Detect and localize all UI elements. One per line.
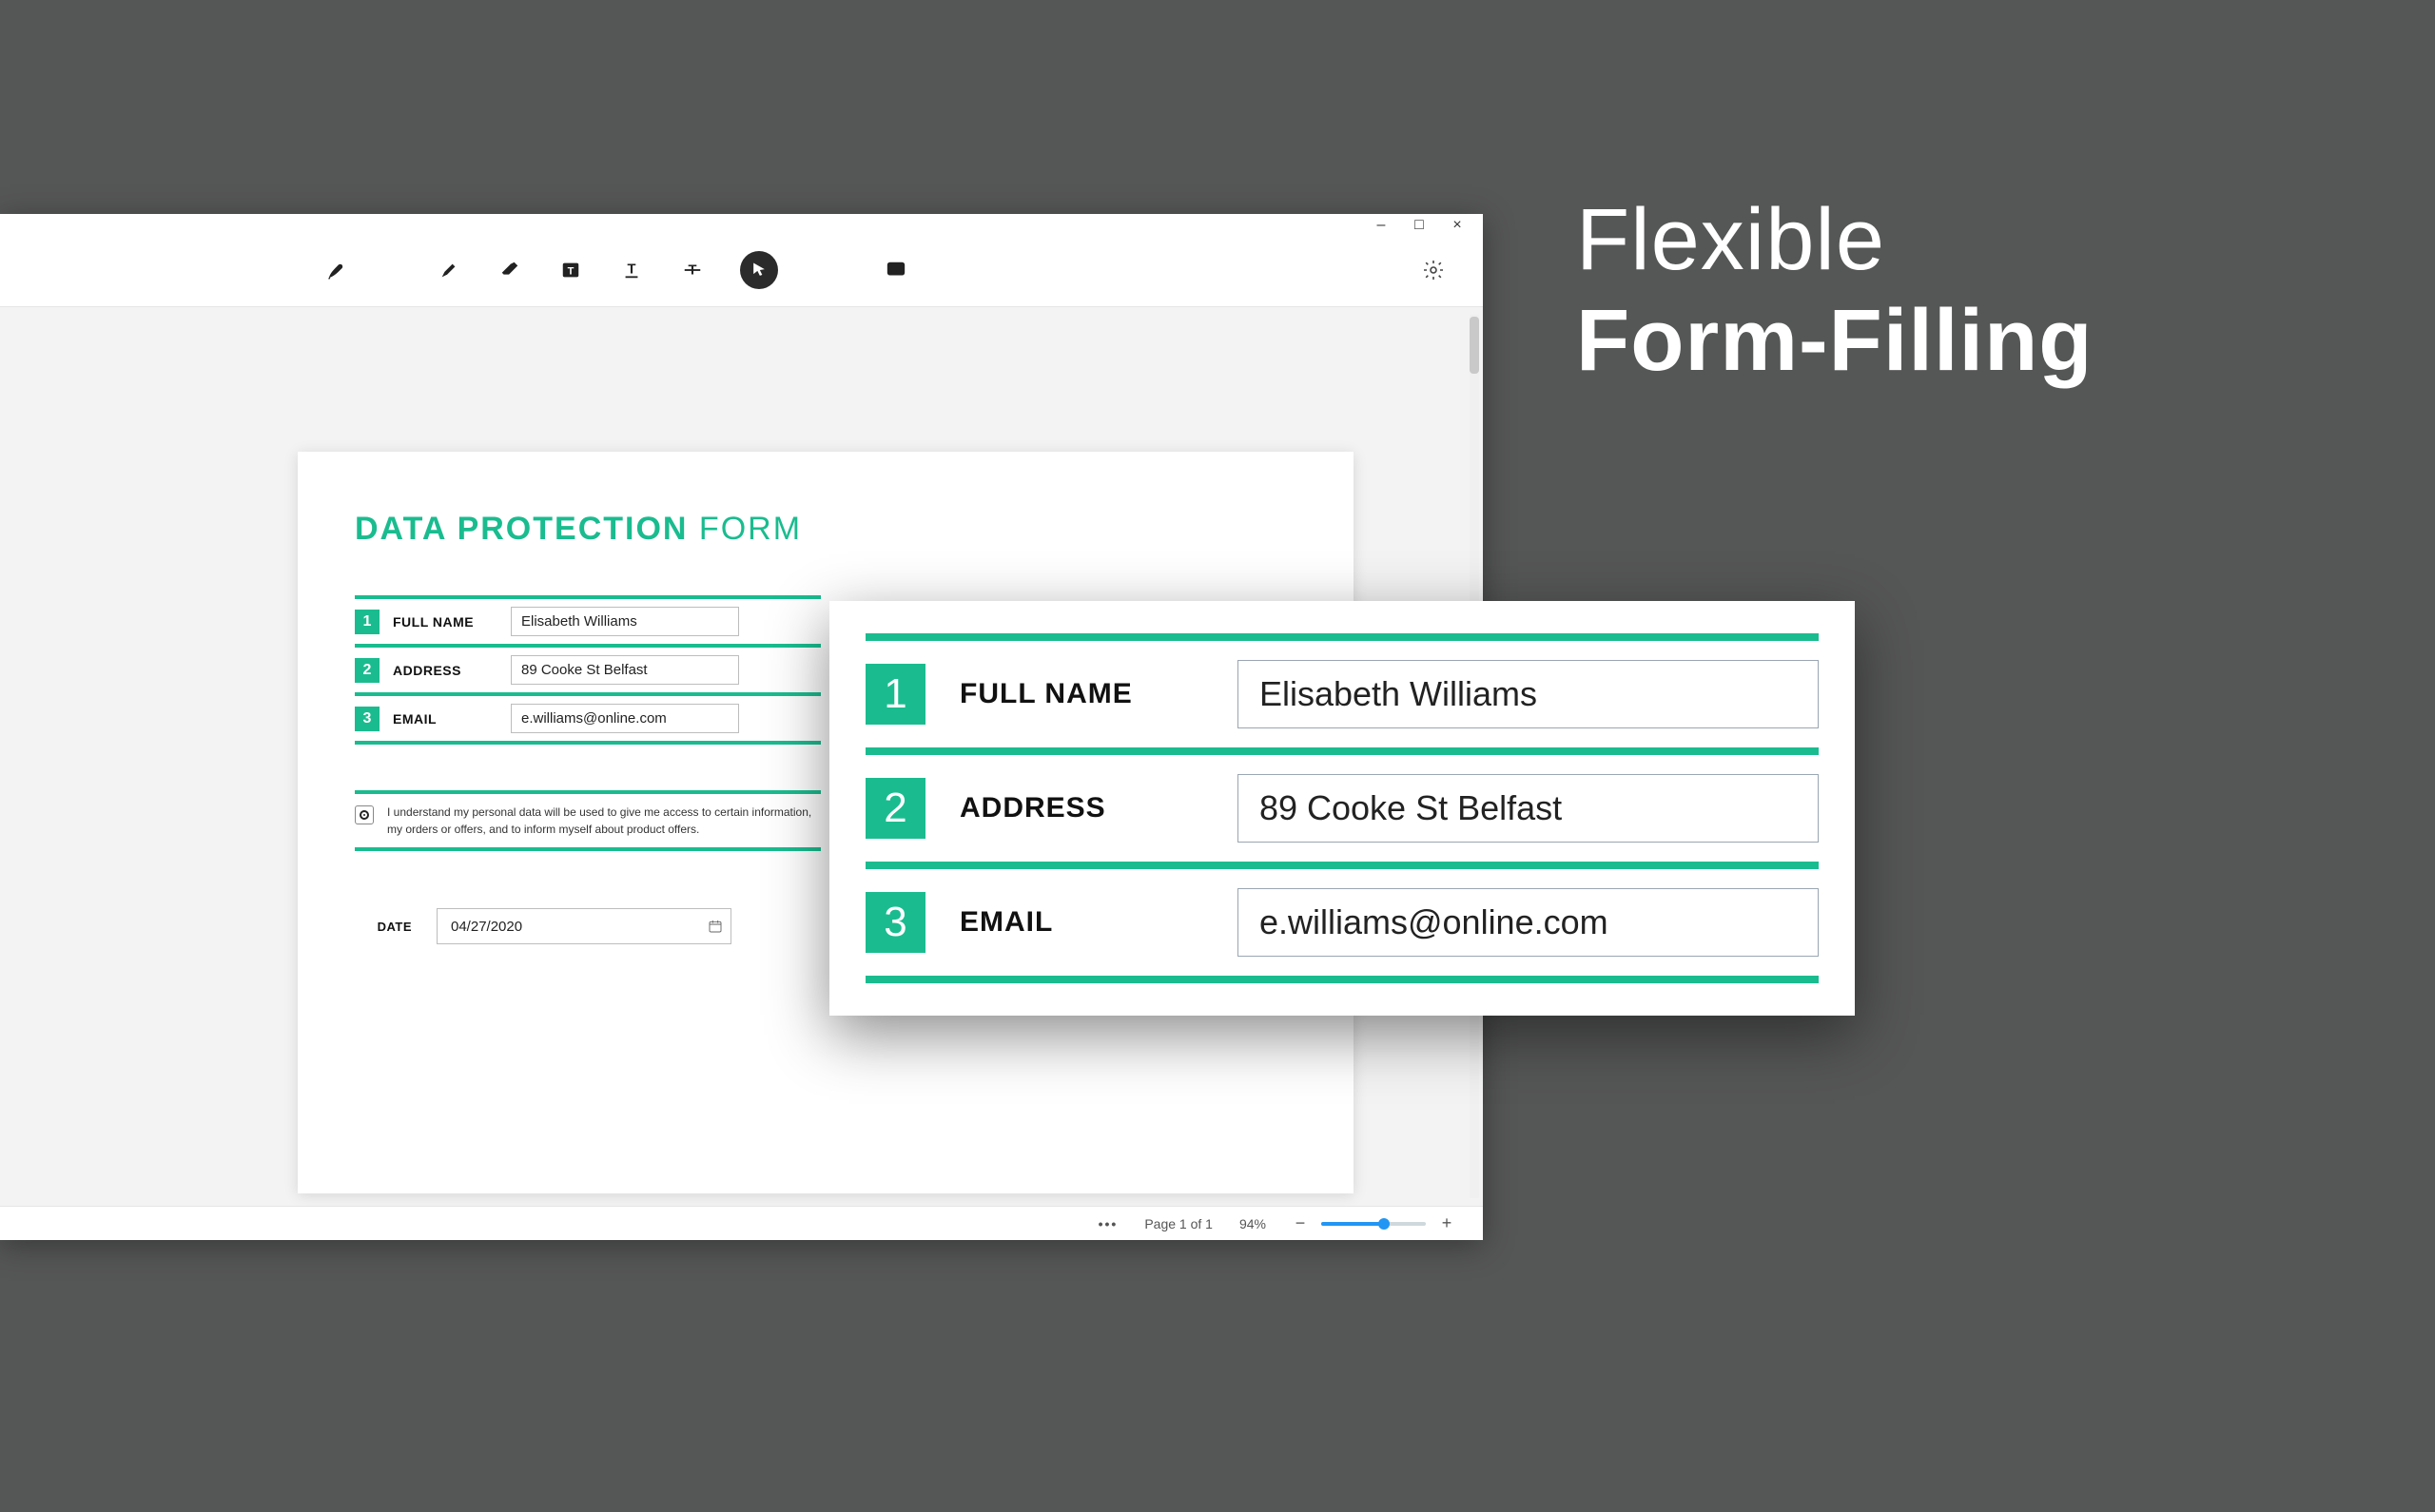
tool-group-annotate: T T T (436, 251, 778, 289)
zoom-row-address: 2 ADDRESS 89 Cooke St Belfast (866, 755, 1819, 869)
toolbar: T T T (0, 233, 1483, 307)
form-row-fullname: 1 FULL NAME Elisabeth Williams (355, 599, 821, 648)
address-input[interactable]: 89 Cooke St Belfast (511, 655, 739, 685)
calendar-icon[interactable] (708, 919, 723, 934)
zoom-row-fullname: 1 FULL NAME Elisabeth Williams (866, 641, 1819, 755)
row-label-fullname: FULL NAME (393, 614, 497, 630)
page-indicator: Page 1 of 1 (1144, 1216, 1213, 1231)
zoom-out-button[interactable]: − (1293, 1213, 1308, 1233)
zoom-slider-fill (1321, 1222, 1384, 1226)
form-title-thin: FORM (699, 511, 802, 547)
form-rows: 1 FULL NAME Elisabeth Williams 2 ADDRESS… (355, 595, 821, 745)
consent-block: I understand my personal data will be us… (355, 790, 821, 851)
eraser-icon[interactable] (497, 257, 523, 283)
scrollbar-thumb[interactable] (1470, 317, 1479, 374)
radio-checked-icon (360, 810, 369, 820)
window-close-button[interactable]: × (1449, 217, 1466, 234)
zoom-row-email: 3 EMAIL e.williams@online.com (866, 869, 1819, 983)
textbox-icon[interactable]: T (557, 257, 584, 283)
window-titlebar: – □ × (0, 214, 1483, 233)
row-number-badge: 2 (355, 658, 380, 683)
zoom-label-fullname: FULL NAME (960, 678, 1203, 710)
form-row-address: 2 ADDRESS 89 Cooke St Belfast (355, 648, 821, 696)
row-label-email: EMAIL (393, 711, 497, 727)
zoom-percent: 94% (1239, 1216, 1266, 1231)
hero-heading: Flexible Form-Filling (1576, 190, 2093, 392)
consent-text: I understand my personal data will be us… (387, 804, 821, 838)
zoom-badge: 3 (866, 892, 925, 953)
zoom-label-address: ADDRESS (960, 792, 1203, 824)
zoom-email-input[interactable]: e.williams@online.com (1237, 888, 1819, 957)
tool-group-draw (323, 257, 350, 283)
date-input[interactable]: 04/27/2020 (437, 908, 731, 944)
pointer-icon[interactable] (740, 251, 778, 289)
highlighter-icon[interactable] (436, 257, 462, 283)
comment-icon[interactable] (883, 257, 909, 283)
zoom-fullname-input[interactable]: Elisabeth Williams (1237, 660, 1819, 728)
zoom-label-email: EMAIL (960, 906, 1203, 939)
form-title: DATA PROTECTION FORM (355, 511, 1296, 548)
zoom-rows: 1 FULL NAME Elisabeth Williams 2 ADDRESS… (866, 633, 1819, 983)
consent-radio[interactable] (355, 805, 374, 824)
fullname-input[interactable]: Elisabeth Williams (511, 607, 739, 636)
zoom-slider-thumb[interactable] (1378, 1218, 1390, 1230)
more-options-icon[interactable]: ••• (1099, 1216, 1119, 1231)
text-underline-icon[interactable]: T (618, 257, 645, 283)
email-input[interactable]: e.williams@online.com (511, 704, 739, 733)
form-title-strong: DATA PROTECTION (355, 511, 688, 547)
zoom-badge: 2 (866, 778, 925, 839)
window-minimize-button[interactable]: – (1373, 217, 1390, 234)
date-label: DATE (355, 920, 412, 934)
zoom-in-button[interactable]: + (1439, 1213, 1454, 1233)
row-number-badge: 1 (355, 610, 380, 634)
zoom-preview-card: 1 FULL NAME Elisabeth Williams 2 ADDRESS… (829, 601, 1855, 1016)
window-maximize-button[interactable]: □ (1411, 217, 1428, 234)
row-number-badge: 3 (355, 707, 380, 731)
settings-icon[interactable] (1422, 259, 1445, 281)
svg-text:T: T (568, 265, 575, 277)
zoom-address-input[interactable]: 89 Cooke St Belfast (1237, 774, 1819, 843)
date-value: 04/27/2020 (451, 919, 522, 935)
hero-line1: Flexible (1576, 190, 2093, 291)
zoom-slider[interactable] (1321, 1222, 1426, 1226)
hero-line2: Form-Filling (1576, 291, 2093, 392)
status-bar: ••• Page 1 of 1 94% − + (0, 1206, 1483, 1240)
zoom-badge: 1 (866, 664, 925, 725)
svg-text:T: T (628, 262, 636, 277)
zoom-controls: − + (1293, 1213, 1454, 1233)
row-label-address: ADDRESS (393, 663, 497, 678)
tool-group-comment (883, 257, 909, 283)
text-strike-icon[interactable]: T (679, 257, 706, 283)
pen-icon[interactable] (323, 257, 350, 283)
form-row-email: 3 EMAIL e.williams@online.com (355, 696, 821, 745)
